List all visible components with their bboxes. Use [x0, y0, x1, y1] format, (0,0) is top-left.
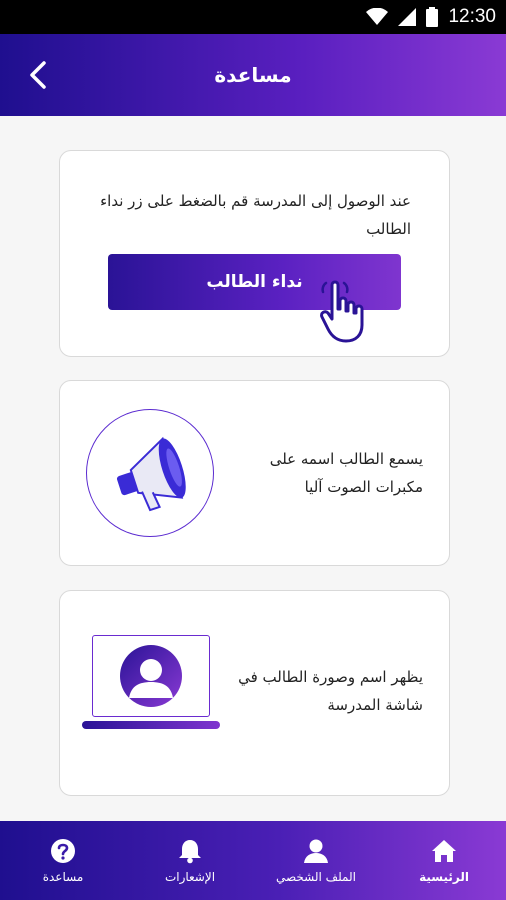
nav-help-label: مساعدة — [42, 869, 84, 884]
loudspeaker-card: يسمع الطالب اسمه على مكبرات الصوت آليا — [59, 380, 450, 566]
call-instruction-text: عند الوصول إلى المدرسة قم بالضغط على زر … — [100, 192, 411, 238]
hand-pointer-icon — [320, 280, 364, 343]
nav-home[interactable]: الرئيسية — [381, 821, 506, 900]
bottom-navigation: الرئيسية الملف الشخصي الإشعارات مساعدة — [0, 821, 506, 900]
call-student-card: عند الوصول إلى المدرسة قم بالضغط على زر … — [59, 150, 450, 357]
megaphone-icon — [86, 409, 214, 537]
app-header: مساعدة — [0, 34, 506, 116]
nav-notifications[interactable]: الإشعارات — [127, 821, 253, 900]
signal-icon — [398, 8, 417, 26]
user-icon — [304, 839, 328, 863]
home-icon — [432, 839, 456, 862]
nav-help[interactable]: مساعدة — [0, 821, 126, 900]
help-icon — [51, 838, 75, 863]
screen-stand — [82, 721, 220, 729]
status-bar: 12:30 — [0, 0, 506, 34]
back-arrow-icon[interactable] — [22, 58, 56, 92]
wifi-icon — [366, 8, 389, 25]
school-screen-text: يظهر اسم وصورة الطالب في شاشة المدرسة — [238, 668, 423, 714]
student-avatar-icon — [120, 645, 182, 707]
bell-icon — [179, 839, 201, 863]
nav-home-label: الرئيسية — [419, 869, 469, 884]
school-screen-card: يظهر اسم وصورة الطالب في شاشة المدرسة — [59, 590, 450, 796]
loudspeaker-text: يسمع الطالب اسمه على مكبرات الصوت آليا — [269, 450, 423, 496]
nav-profile-label: الملف الشخصي — [276, 869, 356, 884]
battery-icon — [426, 7, 439, 27]
page-title: مساعدة — [214, 63, 292, 87]
call-student-button-label: نداء الطالب — [206, 272, 303, 292]
nav-profile[interactable]: الملف الشخصي — [253, 821, 379, 900]
school-screen-illustration — [92, 635, 210, 717]
nav-notifications-label: الإشعارات — [164, 869, 216, 884]
clock: 12:30 — [448, 6, 496, 27]
